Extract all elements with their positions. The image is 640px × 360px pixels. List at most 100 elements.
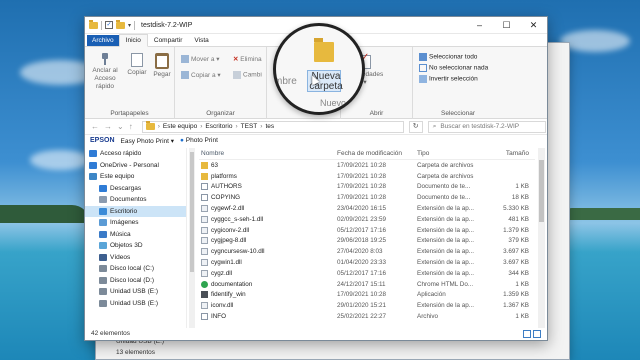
file-size: 3.697 KB: [503, 248, 529, 256]
select-all-button[interactable]: Seleccionar todo: [419, 53, 477, 61]
properties-check-icon[interactable]: ✓: [105, 21, 113, 29]
folder-icon: [145, 121, 155, 130]
copy-label: Copiar: [127, 69, 147, 76]
sidebar-item-label: Documentos: [110, 196, 147, 204]
dll-icon: [201, 269, 208, 277]
details-view-icon[interactable]: [523, 330, 531, 338]
breadcrumb-testdisk[interactable]: tes: [265, 123, 274, 130]
file-type: Carpeta de archivos: [417, 161, 474, 169]
sidebar-item[interactable]: Disco local (C:): [85, 263, 186, 275]
move-to-button[interactable]: Mover a ▾: [181, 55, 220, 64]
search-input[interactable]: ⌕ Buscar en testdisk-7.2-WIP: [427, 120, 546, 133]
select-none-button[interactable]: No seleccionar nada: [419, 64, 488, 72]
close-button[interactable]: ✕: [520, 17, 547, 33]
tab-archivo[interactable]: Archivo: [87, 35, 119, 46]
forward-arrow-icon[interactable]: →: [104, 122, 112, 131]
column-fecha[interactable]: Fecha de modificación: [337, 150, 417, 157]
paste-icon: [155, 53, 169, 69]
group-label: Seleccionar: [441, 110, 475, 117]
file-size: 18 KB: [511, 194, 529, 202]
group-portapapeles: Anclar al Acceso rápido Copiar Pegar Por…: [85, 47, 175, 119]
file-list-scrollbar[interactable]: [538, 148, 545, 328]
file-size: 1 KB: [515, 280, 529, 288]
magnified-new-folder-icon: [314, 38, 334, 62]
sidebar-item[interactable]: OneDrive - Personal: [85, 160, 186, 172]
sidebar-item[interactable]: Unidad USB (E:): [85, 286, 186, 298]
rename-button[interactable]: Cambi: [233, 71, 262, 79]
table-row[interactable]: fidentify_win 17/09/2021 10:28 Aplicación 1…: [199, 290, 535, 301]
sidebar-item[interactable]: Acceso rápido: [85, 148, 186, 160]
breadcrumb-este-equipo[interactable]: Este equipo: [163, 123, 197, 130]
history-chevron-icon[interactable]: ⌄: [117, 122, 124, 131]
column-nombre[interactable]: Nombre: [199, 150, 337, 157]
scroll-thumb[interactable]: [190, 152, 194, 272]
file-type: Extensión de la ap...: [417, 269, 475, 277]
file-name-cell: AUTHORS: [199, 183, 337, 191]
up-arrow-icon[interactable]: ↑: [129, 122, 133, 131]
address-bar[interactable]: › Este equipo › Escritorio › TEST › tes: [141, 120, 404, 133]
table-row[interactable]: INFO 25/02/2021 22:27 Archivo 1 KB: [199, 311, 535, 322]
sidebar-item[interactable]: Este equipo: [85, 171, 186, 183]
table-row[interactable]: cygjpeg-8.dll 29/06/2018 19:25 Extensión d…: [199, 236, 535, 247]
table-row[interactable]: platforms 17/09/2021 10:28 Carpeta de arch…: [199, 171, 535, 182]
cloud: [560, 30, 630, 52]
photo-print-button[interactable]: ● Photo Print: [180, 137, 218, 144]
table-row[interactable]: cygewf-2.dll 23/04/2020 16:15 Extensión de…: [199, 203, 535, 214]
table-row[interactable]: iconv.dll 29/01/2020 15:21 Extensión de la…: [199, 300, 535, 311]
file-date: 17/09/2021 10:28: [337, 291, 387, 299]
copy-to-button[interactable]: Copiar a ▾: [181, 71, 221, 80]
customize-dropdown-icon[interactable]: ▾: [128, 22, 131, 29]
breadcrumb-test[interactable]: TEST: [241, 123, 258, 130]
table-row[interactable]: cygwin1.dll 01/04/2020 23:33 Extensión de …: [199, 257, 535, 268]
tab-inicio[interactable]: Inicio: [118, 34, 148, 47]
sidebar-item[interactable]: Disco local (D:): [85, 275, 186, 287]
table-row[interactable]: cygiconv-2.dll 05/12/2017 17:16 Extensión …: [199, 225, 535, 236]
table-row[interactable]: documentation 24/12/2017 15:11 Chrome HTML…: [199, 279, 535, 290]
file-list[interactable]: Nombre Fecha de modificación Tipo Tamaño…: [199, 148, 535, 328]
breadcrumb-escritorio[interactable]: Escritorio: [205, 123, 232, 130]
doc-icon: [201, 194, 208, 202]
new-folder-quick-icon[interactable]: [116, 19, 125, 29]
back-arrow-icon[interactable]: ←: [91, 122, 99, 131]
sidebar-item[interactable]: Vídeos: [85, 252, 186, 264]
table-row[interactable]: cygncursesw-10.dll 27/04/2020 8:03 Extensi…: [199, 246, 535, 257]
scroll-thumb[interactable]: [539, 160, 544, 222]
large-icons-view-icon[interactable]: [533, 330, 541, 338]
pin-quick-access-button[interactable]: Anclar al Acceso rápido: [87, 53, 123, 91]
column-tamano[interactable]: Tamaño: [485, 150, 529, 157]
sidebar-item[interactable]: Escritorio: [85, 205, 186, 217]
easy-photo-print-button[interactable]: Easy Photo Print ▾: [121, 137, 175, 145]
maximize-button[interactable]: ☐: [493, 17, 520, 33]
3d-objects-icon: [99, 242, 107, 250]
table-row[interactable]: COPYING 17/09/2021 10:28 Documento de te..…: [199, 192, 535, 203]
search-placeholder: Buscar en testdisk-7.2-WIP: [440, 123, 520, 130]
sidebar-item[interactable]: Descargas: [85, 183, 186, 195]
column-tipo[interactable]: Tipo: [417, 150, 485, 157]
refresh-icon[interactable]: ↻: [408, 120, 423, 133]
usb-drive-icon: [99, 288, 107, 296]
table-row[interactable]: cygz.dll 05/12/2017 17:16 Extensión de la …: [199, 268, 535, 279]
table-row[interactable]: AUTHORS 17/09/2021 10:28 Documento de te..…: [199, 182, 535, 193]
table-row[interactable]: cyggcc_s-seh-1.dll 02/09/2021 23:59 Extens…: [199, 214, 535, 225]
table-row[interactable]: 63 17/09/2021 10:28 Carpeta de archivos: [199, 160, 535, 171]
navigation-pane[interactable]: Acceso rápido OneDrive - Personal Este equ…: [85, 148, 187, 328]
navigation-scrollbar[interactable]: [189, 148, 195, 328]
island: [560, 208, 640, 220]
tab-vista[interactable]: Vista: [188, 35, 214, 46]
copy-button[interactable]: Copiar: [127, 53, 147, 77]
file-type: Extensión de la ap...: [417, 237, 475, 245]
move-icon: [181, 55, 189, 64]
sidebar-item[interactable]: Música: [85, 229, 186, 241]
sidebar-item[interactable]: Documentos: [85, 194, 186, 206]
paste-button[interactable]: Pegar: [151, 53, 173, 79]
sidebar-item-label: Disco local (C:): [110, 265, 155, 273]
invert-selection-label: Invertir selección: [429, 75, 478, 83]
invert-selection-button[interactable]: Invertir selección: [419, 75, 478, 83]
folder-icon: [201, 172, 208, 180]
sidebar-item[interactable]: Imágenes: [85, 217, 186, 229]
sidebar-item[interactable]: Objetos 3D: [85, 240, 186, 252]
sidebar-item[interactable]: Unidad USB (E:): [85, 298, 186, 310]
delete-button[interactable]: ✕ Elimina: [233, 55, 262, 63]
tab-compartir[interactable]: Compartir: [148, 35, 189, 46]
minimize-button[interactable]: –: [466, 17, 493, 33]
